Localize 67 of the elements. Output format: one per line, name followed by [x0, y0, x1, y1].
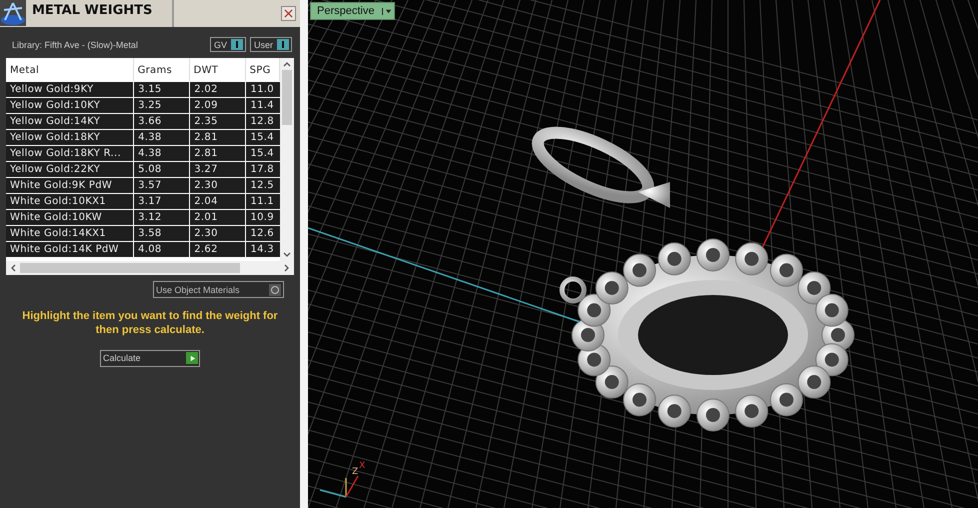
table-cell: 2.30	[190, 226, 246, 241]
table-cell-text: 14.3	[249, 243, 275, 257]
scrollbar-thumb[interactable]	[20, 263, 240, 273]
table-cell: White Gold:9K PdW	[6, 178, 134, 193]
axis-label: X	[359, 462, 366, 471]
table-cell-text: 12.8	[249, 115, 275, 129]
table-cell-text: 15.4	[249, 131, 275, 145]
play-icon	[188, 354, 196, 362]
axis-label: Z	[352, 468, 358, 477]
table-cell: 2.02	[190, 82, 246, 97]
axis-gizmo-drawing	[320, 476, 359, 498]
table-cell-text: 15.4	[249, 147, 275, 161]
table-cell: 4.38	[134, 146, 190, 161]
scrollbar-thumb[interactable]	[282, 70, 292, 125]
toggle-button[interactable]: GV	[210, 37, 246, 52]
toggle-button[interactable]: User	[250, 37, 292, 52]
table-cell: 3.27	[190, 162, 246, 177]
table-cell: White Gold:10KX1	[6, 194, 134, 209]
close-button[interactable]	[281, 6, 296, 21]
table-cell: 2.09	[190, 98, 246, 113]
table-cell-text: 12.6	[249, 227, 275, 241]
library-label: Library: Fifth Ave - (Slow)-Metal	[12, 40, 139, 50]
table-cell: White Gold:14KX1	[6, 226, 134, 241]
table-cell: White Gold:10KW	[6, 210, 134, 225]
table-cell: 2.30	[190, 178, 246, 193]
table-cell: 4.08	[134, 242, 190, 257]
scale-logo-icon	[0, 0, 26, 26]
view-dropdown[interactable]: Perspective	[310, 2, 396, 20]
materials-toggle[interactable]: Use Object Materials	[153, 281, 284, 298]
table-cell-text: 11.4	[249, 99, 275, 113]
close-icon	[284, 9, 293, 18]
table-cell: Yellow Gold:9KY	[6, 82, 134, 97]
table-cell: 3.15	[134, 82, 190, 97]
table-cell: 3.25	[134, 98, 190, 113]
table-cell: Yellow Gold:22KY	[6, 162, 134, 177]
table-cell: Yellow Gold:18KY R...	[6, 146, 134, 161]
calculate-button[interactable]: Calculate	[100, 350, 200, 366]
table-cell: Yellow Gold:10KY	[6, 98, 134, 113]
table-cell-text: 11.0	[249, 83, 275, 97]
table-cell: 2.62	[190, 242, 246, 257]
horizontal-scrollbar[interactable]	[6, 261, 294, 275]
table-cell: 3.57	[134, 178, 190, 193]
table-cell: Yellow Gold:18KY	[6, 130, 134, 145]
table-cell: 2.01	[190, 210, 246, 225]
table-cell: 3.66	[134, 114, 190, 129]
column-header[interactable]: Grams	[134, 58, 190, 81]
column-header[interactable]: Metal	[6, 58, 134, 81]
column-header[interactable]: DWT	[190, 58, 246, 81]
table-cell-text: 12.5	[249, 179, 275, 193]
table-cell: White Gold:14K PdW	[6, 242, 134, 257]
panel-title: METAL WEIGHTS	[26, 0, 174, 27]
table-cell-text: 11.1	[249, 195, 275, 209]
instruction-text: Highlight the item you want to find the weight for then press calculate.	[21, 310, 279, 338]
table-cell-text: 10.9	[249, 211, 275, 225]
table-cell: 3.17	[134, 194, 190, 209]
table-cell-text: 17.8	[249, 163, 275, 177]
table-cell: 5.08	[134, 162, 190, 177]
caret-icon	[382, 8, 392, 14]
table-cell: 2.81	[190, 130, 246, 145]
table-cell: 3.58	[134, 226, 190, 241]
table-cell: 2.81	[190, 146, 246, 161]
table-cell: 4.38	[134, 130, 190, 145]
table-cell: 3.12	[134, 210, 190, 225]
table-cell: Yellow Gold:14KY	[6, 114, 134, 129]
table-cell: 2.04	[190, 194, 246, 209]
vertical-scrollbar[interactable]	[280, 58, 294, 261]
table-cell: 2.35	[190, 114, 246, 129]
